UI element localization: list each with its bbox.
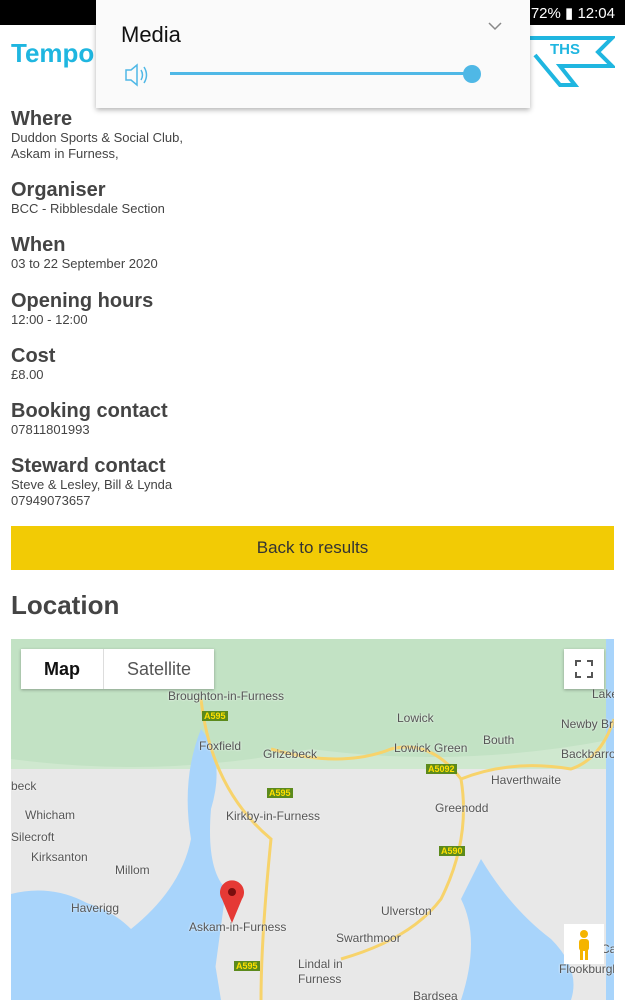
map-place-label: Millom <box>115 863 150 877</box>
map-road-shield: A5092 <box>426 764 457 774</box>
map-road-shield: A590 <box>439 846 465 856</box>
volume-slider-thumb[interactable] <box>463 65 481 83</box>
detail-label: Organiser <box>11 179 106 201</box>
chevron-down-icon[interactable] <box>488 20 502 32</box>
map-place-label: Backbarrow <box>561 747 614 761</box>
map-place-label: Bouth <box>483 733 515 747</box>
map-place-label: Kirksanton <box>31 850 88 864</box>
detail-label: Where <box>11 108 73 130</box>
detail-when: When 03 to 22 September 2020 <box>11 234 158 272</box>
detail-booking-contact: Booking contact 07811801993 <box>11 400 168 438</box>
clock: 12:04 <box>577 5 615 22</box>
detail-value: Askam in Furness, <box>11 146 119 161</box>
map-place-label: Lowick <box>397 711 434 725</box>
detail-organiser: Organiser BCC - Ribblesdale Section <box>11 179 165 217</box>
detail-value: 07949073657 <box>11 493 91 508</box>
map-type-satellite-button[interactable]: Satellite <box>104 649 214 689</box>
location-heading: Location <box>11 590 120 620</box>
map-place-label: Greenodd <box>435 801 489 815</box>
logo: THS <box>520 30 617 95</box>
svg-text:THS: THS <box>550 41 580 58</box>
map[interactable]: Broughton-in-Furness Lowick Newby Bri Lake F… <box>11 639 614 1000</box>
detail-label: Opening hours <box>11 290 154 312</box>
detail-cost: Cost £8.00 <box>11 345 55 383</box>
detail-value: £8.00 <box>11 367 44 382</box>
map-place-label: Bardsea <box>413 989 458 1000</box>
map-place-label: Lake <box>592 687 614 701</box>
detail-value: Steve & Lesley, Bill & Lynda <box>11 477 173 492</box>
map-place-label: Kirkby-in-Furness <box>226 809 321 823</box>
map-place-label: Newby Bri <box>561 717 614 731</box>
map-place-label: Grizebeck <box>263 747 318 761</box>
volume-stream-label: Media <box>121 22 181 47</box>
map-marker-icon[interactable] <box>219 879 245 923</box>
map-place-label: Foxfield <box>199 739 242 753</box>
map-place-label: Haverthwaite <box>491 773 562 787</box>
battery-icon: ▮ <box>565 5 574 22</box>
page-title: Tempo <box>11 38 95 68</box>
detail-label: Steward contact <box>11 455 166 477</box>
fullscreen-icon <box>575 660 593 678</box>
detail-value: 07811801993 <box>11 422 90 437</box>
detail-label: Cost <box>11 345 56 367</box>
map-place-label: Whicham <box>25 808 76 822</box>
map-road-shield: A595 <box>267 788 293 798</box>
map-place-label: Ulverston <box>381 904 432 918</box>
detail-value: 03 to 22 September 2020 <box>11 256 158 271</box>
fullscreen-button[interactable] <box>564 649 604 689</box>
map-type-control: Map Satellite <box>21 649 215 689</box>
detail-label: Booking contact <box>11 400 168 422</box>
map-place-label: Furness <box>298 972 342 986</box>
map-road-shield: A595 <box>234 961 260 971</box>
map-place-label: Broughton-in-Furness <box>168 689 285 703</box>
detail-value: Duddon Sports & Social Club, <box>11 130 183 145</box>
volume-slider[interactable] <box>170 72 472 75</box>
detail-value: BCC - Ribblesdale Section <box>11 201 165 216</box>
map-place-label: beck <box>11 779 37 793</box>
map-type-map-button[interactable]: Map <box>21 649 104 689</box>
detail-opening-hours: Opening hours 12:00 - 12:00 <box>11 290 153 328</box>
map-place-label: Swarthmoor <box>336 931 401 945</box>
detail-label: When <box>11 234 66 256</box>
map-place-label: Haverigg <box>71 901 120 915</box>
battery-level: 72% <box>530 5 561 22</box>
detail-value: 12:00 - 12:00 <box>11 312 88 327</box>
street-view-pegman-button[interactable] <box>564 924 604 964</box>
volume-popup: Media <box>96 0 530 108</box>
map-place-label: Lowick Green <box>394 741 468 755</box>
detail-where: Where Duddon Sports & Social Club, Askam i… <box>11 108 183 162</box>
map-place-label: Silecroft <box>11 830 55 844</box>
pegman-icon <box>579 930 589 960</box>
map-place-label: Flookburgh <box>559 962 614 976</box>
map-road-shield: A595 <box>202 711 228 721</box>
detail-steward-contact: Steward contact Steve & Lesley, Bill & Ly… <box>11 455 172 509</box>
back-to-results-button[interactable]: Back to results <box>11 526 614 570</box>
speaker-icon[interactable] <box>124 62 152 88</box>
map-place-label: Lindal in <box>298 957 343 971</box>
